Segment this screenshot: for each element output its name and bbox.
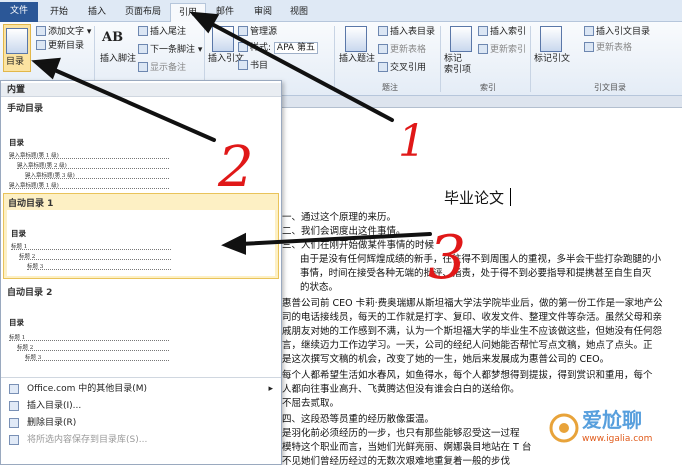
update-index-icon <box>478 44 488 54</box>
insert-caption-button[interactable]: 插入题注 <box>339 54 375 65</box>
refresh-icon <box>36 40 46 50</box>
insert-toa-icon <box>584 26 594 36</box>
add-text-button[interactable]: 添加文字 ▾ <box>36 26 91 38</box>
doc-line: 戚朋友对她的工作感到不满，认为一个斯坦福大学的毕业生不应该做这些，但她没有任何怨 <box>282 326 663 337</box>
gallery-item-manual-toc[interactable]: 目录 键入章标题(第 1 级) 键入章标题(第 2 级) 键入章标题(第 3 级… <box>3 113 279 193</box>
builtin-section-header: 内置 <box>1 83 281 97</box>
next-footnote-button[interactable]: 下一条脚注 ▾ <box>138 44 202 56</box>
doc-line: 由于是没有任何辉煌成绩的新手，往往得不到周围人的重视，多半会干些打杂跑腿的小 <box>300 254 662 265</box>
tab-file[interactable]: 文件 <box>0 2 38 22</box>
insert-footnote-button[interactable]: 插入脚注 <box>100 54 136 65</box>
document-title[interactable]: 毕业论文 <box>444 187 504 208</box>
doc-line: 的状态。 <box>300 282 339 293</box>
insert-citation-icon <box>212 26 234 52</box>
doc-line: 三、人们在刚开始做某件事情的时候 <box>282 240 435 251</box>
watermark-url: www.igalia.com <box>582 434 653 444</box>
submenu-arrow-icon: ▸ <box>268 384 273 394</box>
remove-toc-menu-item[interactable]: 删除目录(R) <box>1 415 281 431</box>
doc-line: 事情，时间在接受各种无端的批评、指责，处于得不到必要指导和提携甚至自生自灭 <box>300 268 652 279</box>
insert-toc-icon <box>9 401 19 411</box>
cross-reference-icon <box>378 62 388 72</box>
style-icon <box>238 42 248 52</box>
insert-table-of-figures-button[interactable]: 插入表目录 <box>378 26 435 38</box>
update-toa-button[interactable]: 更新表格 <box>584 42 632 54</box>
doc-line: 每个人都希望生活如水春风，如鱼得水，每个人都梦想得到提拔，得到赏识和重用，每个 <box>282 370 653 381</box>
tab-home[interactable]: 开始 <box>42 3 76 22</box>
insert-toa-button[interactable]: 插入引文目录 <box>584 26 650 38</box>
manage-sources-button[interactable]: 管理源 <box>238 26 277 38</box>
text-cursor <box>510 188 511 206</box>
toc-icon <box>6 28 28 54</box>
cross-reference-button[interactable]: 交叉引用 <box>378 62 426 74</box>
doc-line: 司的电话接线员，每天的工作就是打字、复印、收发文件、整理文件等杂活。虽然父母和亲 <box>282 312 663 323</box>
save-gallery-icon <box>9 435 19 445</box>
show-notes-icon <box>138 62 148 72</box>
doc-line: 四、这段恐等员重的经历散像蛋温。 <box>282 414 435 425</box>
group-toa-label: 引文目录 <box>594 83 626 92</box>
tab-page-layout[interactable]: 页面布局 <box>118 3 168 22</box>
bibliography-button[interactable]: 书目 <box>238 60 268 72</box>
doc-line: 是羽化前必须经历的一步，也只有那些能够忍受这一过程 <box>282 428 520 439</box>
gallery-item-auto-toc-2[interactable]: 目录 标题 1 标题 2 标题 3 <box>3 297 279 373</box>
watermark-logo: 爱尬聊 www.igalia.com <box>548 400 678 460</box>
toc-button-label: 目录 <box>6 57 25 67</box>
horizontal-ruler <box>275 96 682 108</box>
update-table-icon <box>378 44 388 54</box>
mark-citation-icon <box>540 26 562 52</box>
update-toa-icon <box>584 42 594 52</box>
tab-references[interactable]: 引用 <box>170 3 206 22</box>
insert-caption-icon <box>345 26 367 52</box>
office-icon <box>9 384 19 394</box>
toc-button[interactable]: 目录 <box>3 24 31 72</box>
group-index-label: 索引 <box>480 83 496 92</box>
remove-toc-icon <box>9 418 19 428</box>
doc-line: 言，继续迈力工作边学习。一天，公司的经纪人问她能否帮忙写点文稿，她点了点头。正 <box>282 340 653 351</box>
doc-line: 不见她们曾经历经过的无数次艰难地重复着一般的步伐 <box>282 456 511 465</box>
insert-toc-menu-item[interactable]: 插入目录(I)... <box>1 398 281 414</box>
style-selector[interactable]: 样式: APA 第五 <box>238 42 318 54</box>
mark-citation-button[interactable]: 标记引文 <box>534 54 570 65</box>
doc-line: 不屈去贰取。 <box>282 398 340 409</box>
doc-line: 模特这个职业而言，当她们光鲜亮丽、婀娜袅目地站在 T 台 <box>282 442 532 453</box>
tab-review[interactable]: 审阅 <box>246 3 280 22</box>
tab-view[interactable]: 视图 <box>282 3 316 22</box>
watermark-brand: 爱尬聊 <box>582 408 642 432</box>
show-notes-button[interactable]: 显示备注 <box>138 62 186 74</box>
insert-index-icon <box>478 26 488 36</box>
bibliography-icon <box>238 60 248 70</box>
doc-line: 二、我们会调度出这件事情。 <box>282 226 406 237</box>
save-selection-to-toc-gallery-menu-item[interactable]: 将所选内容保存到目录库(S)... <box>1 432 281 448</box>
ab-footnote-icon: AB <box>102 30 124 45</box>
mark-entry-button[interactable]: 标记 索引项 <box>444 54 471 76</box>
update-toc-button[interactable]: 更新目录 <box>36 40 84 52</box>
tab-insert[interactable]: 插入 <box>80 3 114 22</box>
ribbon-tab-bar: 文件 开始 插入 页面布局 引用 邮件 审阅 视图 <box>0 0 682 22</box>
doc-line: 是这次撰写文稿的机会，改变了她的一生，她后来发展成为惠普公司的 CEO。 <box>282 354 610 365</box>
tab-mailings[interactable]: 邮件 <box>208 3 242 22</box>
manage-sources-icon <box>238 26 248 36</box>
group-caption-label: 题注 <box>382 83 398 92</box>
more-toc-from-office-menu-item[interactable]: Office.com 中的其他目录(M) ▸ <box>1 381 281 397</box>
doc-line: 人都向往事业高升、飞黄腾达但没有谁会白白的送给你。 <box>282 384 520 395</box>
endnote-icon <box>138 26 148 36</box>
update-table-button[interactable]: 更新表格 <box>378 44 426 56</box>
next-footnote-icon <box>138 44 148 54</box>
style-dropdown[interactable]: APA 第五 <box>273 42 318 54</box>
table-of-figures-icon <box>378 26 388 36</box>
doc-line: 惠普公司前 CEO 卡莉·费奥瑞娜从斯坦福大学法学院毕业后，做的第一份工作是一家… <box>282 298 663 309</box>
toc-dropdown-menu: 内置 手动目录 目录 键入章标题(第 1 级) 键入章标题(第 2 级) 键入章… <box>0 80 282 465</box>
insert-endnote-button[interactable]: 插入尾注 <box>138 26 186 38</box>
insert-index-button[interactable]: 插入索引 <box>478 26 526 38</box>
update-index-button[interactable]: 更新索引 <box>478 44 526 56</box>
mark-entry-icon <box>450 26 472 52</box>
add-text-icon <box>36 26 46 36</box>
gallery-item-auto-toc-1[interactable]: 自动目录 1 目录 标题 1 标题 2 标题 3 <box>3 193 279 279</box>
doc-line: 一、通过这个原理的来历。 <box>282 212 397 223</box>
